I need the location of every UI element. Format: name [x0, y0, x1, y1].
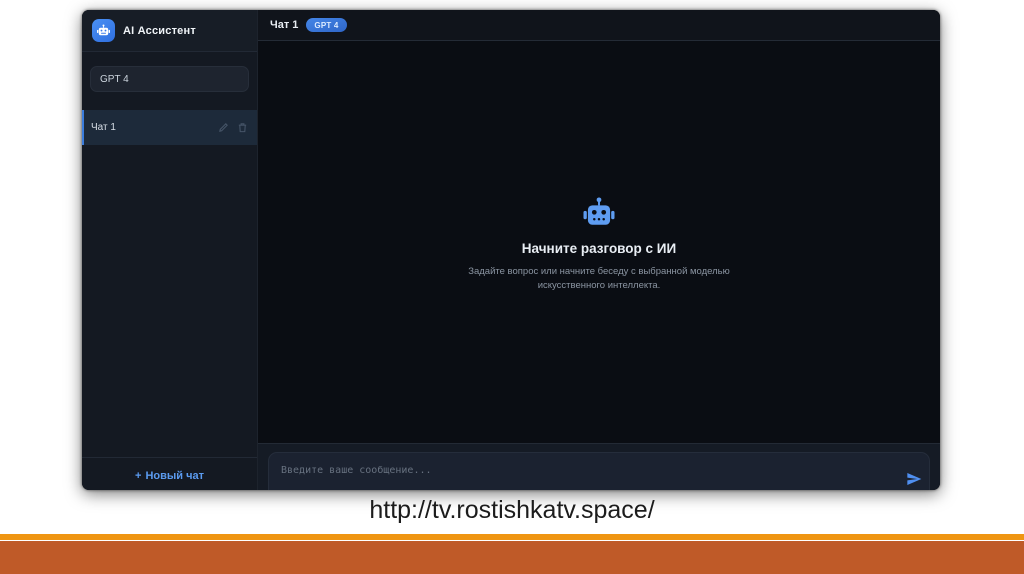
empty-state: Начните разговор с ИИ Задайте вопрос или…: [449, 197, 749, 293]
chat-list-item[interactable]: Чат 1: [82, 110, 257, 145]
chat-header-title: Чат 1: [270, 19, 299, 31]
messages-panel: Начните разговор с ИИ Задайте вопрос или…: [258, 40, 940, 443]
empty-state-title: Начните разговор с ИИ: [521, 241, 677, 257]
chat-header: Чат 1 GPT 4: [258, 10, 940, 40]
send-button[interactable]: [906, 471, 922, 487]
paper-plane-icon: [906, 473, 922, 490]
composer-bar: [258, 443, 940, 490]
new-chat-label: Новый чат: [145, 470, 204, 482]
chat-list: Чат 1: [82, 110, 257, 145]
sidebar-header: AI Ассистент: [82, 10, 257, 52]
model-select[interactable]: GPT 4: [90, 66, 249, 92]
message-input[interactable]: [269, 453, 929, 476]
chat-item-label: Чат 1: [91, 122, 116, 133]
app-title: AI Ассистент: [123, 24, 196, 37]
main-chat-area: Чат 1 GPT 4 Начните разговор с ИИ Задайт…: [258, 10, 940, 490]
footer-main-bar: [0, 541, 1024, 574]
footer-accent-bar: [0, 534, 1024, 540]
model-select-value: GPT 4: [100, 73, 129, 85]
delete-icon[interactable]: [237, 122, 248, 133]
slide-caption-url: http://tv.rostishkatv.space/: [369, 496, 655, 524]
ai-chat-app-window: AI Ассистент GPT 4 Чат 1 + Новый чат Чат…: [82, 10, 940, 490]
sidebar: AI Ассистент GPT 4 Чат 1 + Новый чат: [82, 10, 258, 490]
composer-box: [268, 452, 930, 490]
edit-icon[interactable]: [218, 122, 229, 133]
model-badge: GPT 4: [306, 18, 347, 32]
new-chat-button[interactable]: + Новый чат: [135, 470, 204, 482]
robot-icon: [581, 197, 617, 229]
plus-icon: +: [135, 470, 142, 482]
robot-logo-icon: [92, 19, 115, 42]
sidebar-footer: + Новый чат: [82, 457, 257, 490]
chat-item-actions: [218, 122, 248, 133]
empty-state-subtitle: Задайте вопрос или начните беседу с выбр…: [468, 266, 730, 291]
